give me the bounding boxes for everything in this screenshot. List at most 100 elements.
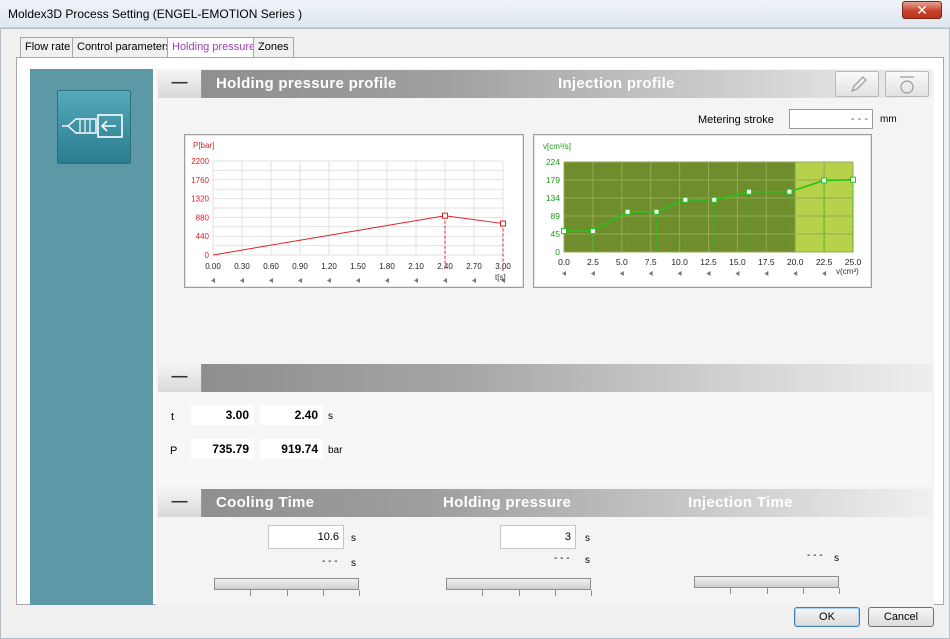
ip-x-tick-arrow-icon[interactable] xyxy=(735,271,740,276)
hp-x-tick: 1.50 xyxy=(350,262,366,271)
ip-x-tick: 0.0 xyxy=(558,257,570,267)
ip-data-point[interactable] xyxy=(653,208,660,215)
hp-x-tick-arrow-icon[interactable] xyxy=(240,278,244,283)
hp-data-point[interactable] xyxy=(500,220,506,227)
slider-tick xyxy=(802,588,804,594)
hp-y-axis-label: P[bar] xyxy=(193,141,214,150)
hp-x-tick: 1.20 xyxy=(321,262,337,271)
ip-x-tick: 22.5 xyxy=(816,257,833,267)
edit-button[interactable] xyxy=(835,71,879,97)
ip-x-tick-arrow-icon[interactable] xyxy=(648,271,653,276)
close-button[interactable]: ✕ xyxy=(902,1,942,19)
slider-tick xyxy=(591,590,592,596)
ip-x-tick-arrow-icon[interactable] xyxy=(706,271,711,276)
ip-data-point[interactable] xyxy=(786,188,793,195)
p-value-2[interactable]: 919.74 xyxy=(260,439,323,459)
ip-y-tick: 224 xyxy=(546,157,560,167)
slider-tick xyxy=(286,590,288,596)
ip-data-point[interactable] xyxy=(745,188,752,195)
metering-stroke-label: Metering stroke xyxy=(698,114,774,126)
ip-y-tick: 89 xyxy=(551,211,561,221)
injection-profile-title: Injection profile xyxy=(558,75,675,92)
slider-tick xyxy=(322,590,324,596)
hp-x-tick-arrow-icon[interactable] xyxy=(327,278,331,283)
tab-zones[interactable]: Zones xyxy=(253,37,294,57)
t-row-label: t xyxy=(171,411,175,423)
slider-tick xyxy=(250,590,252,596)
slider-tick xyxy=(730,588,732,594)
tab-flow-rate[interactable]: Flow rate xyxy=(20,37,76,57)
hp-x-tick: 1.80 xyxy=(379,262,395,271)
holding-pressure-chart: P[bar] t[s] 2200 1760 1320 880 440 0 0.00 0.30… xyxy=(184,134,524,288)
slider-tick xyxy=(839,588,840,594)
cooling-time-slider[interactable] xyxy=(214,578,359,590)
ip-data-point[interactable] xyxy=(821,177,828,184)
holding-time-readout: - - - xyxy=(554,553,570,564)
ip-x-tick: 7.5 xyxy=(645,257,657,267)
holding-pressure-time-title: Holding pressure xyxy=(443,494,572,511)
hp-x-tick-arrow-icon[interactable] xyxy=(472,278,476,283)
holding-time-input[interactable]: 3 xyxy=(500,525,576,549)
ip-data-point[interactable] xyxy=(682,196,689,203)
hp-x-tick-arrow-icon[interactable] xyxy=(269,278,273,283)
hp-x-tick-arrow-icon[interactable] xyxy=(356,278,360,283)
ip-data-point[interactable] xyxy=(589,228,596,235)
hp-x-tick: 0.90 xyxy=(292,262,308,271)
time-collapse-button[interactable]: — xyxy=(158,489,202,517)
ip-y-tick: 134 xyxy=(546,193,560,203)
ip-data-point[interactable] xyxy=(711,196,718,203)
hp-x-tick-arrow-icon[interactable] xyxy=(414,278,418,283)
injection-unit-icon xyxy=(57,90,131,164)
p-value-1[interactable]: 735.79 xyxy=(191,439,254,459)
holding-time-slider[interactable] xyxy=(446,578,591,590)
hp-x-tick: 0.30 xyxy=(234,262,250,271)
hp-y-tick: 440 xyxy=(196,232,210,241)
ip-x-tick-arrow-icon[interactable] xyxy=(590,271,595,276)
slider-tick xyxy=(359,590,360,596)
injection-time-slider[interactable] xyxy=(694,576,839,588)
holding-time-readout-unit: s xyxy=(585,555,590,566)
t-value-2[interactable]: 2.40 xyxy=(260,405,323,425)
ip-y-tick: 45 xyxy=(551,229,561,239)
ip-x-tick-arrow-icon[interactable] xyxy=(619,271,624,276)
cancel-button[interactable]: Cancel xyxy=(868,607,934,627)
tab-holding-pressure[interactable]: Holding pressure xyxy=(167,37,261,58)
injection-profile-chart: v[cm³/s] v(cm³) 224 179 134 89 45 0 0.0 2.5 5.0… xyxy=(533,134,872,288)
ip-y-tick: 179 xyxy=(546,175,560,185)
injection-time-readout-unit: s xyxy=(834,553,839,564)
metering-stroke-input[interactable]: - - - xyxy=(789,109,873,129)
profile-collapse-button[interactable]: — xyxy=(158,70,202,98)
ip-x-tick-arrow-icon[interactable] xyxy=(793,271,798,276)
ip-x-tick-arrow-icon[interactable] xyxy=(562,271,566,276)
slider-tick xyxy=(518,590,520,596)
ip-data-point[interactable] xyxy=(850,176,856,183)
holding-profile-title: Holding pressure profile xyxy=(216,75,397,92)
ip-x-tick: 2.5 xyxy=(587,257,599,267)
hp-x-tick-arrow-icon[interactable] xyxy=(385,278,389,283)
ip-x-tick-arrow-icon[interactable] xyxy=(677,271,682,276)
hp-x-tick-arrow-icon[interactable] xyxy=(298,278,302,283)
ok-button[interactable]: OK xyxy=(794,607,860,627)
hp-x-tick-arrow-icon[interactable] xyxy=(211,278,215,283)
holding-time-unit: s xyxy=(585,533,590,544)
hp-x-tick: 2.10 xyxy=(408,262,424,271)
hp-data-point[interactable] xyxy=(442,212,448,219)
ip-x-tick-arrow-icon[interactable] xyxy=(822,271,827,276)
reset-icon xyxy=(900,76,914,94)
injection-time-readout: - - - xyxy=(807,550,823,561)
cooling-time-readout-unit: s xyxy=(351,558,356,569)
ip-x-tick-arrow-icon[interactable] xyxy=(764,271,769,276)
tab-control-parameters[interactable]: Control parameters xyxy=(72,37,177,57)
t-value-1[interactable]: 3.00 xyxy=(191,405,254,425)
cooling-time-title: Cooling Time xyxy=(216,494,315,511)
ip-data-point[interactable] xyxy=(624,208,631,215)
window-title: Moldex3D Process Setting (ENGEL-EMOTION … xyxy=(8,7,303,21)
ip-data-point[interactable] xyxy=(561,228,567,235)
hp-y-tick: 880 xyxy=(196,213,210,222)
cooling-time-input[interactable]: 10.6 xyxy=(268,525,344,549)
t-unit: s xyxy=(328,411,333,422)
cooling-time-readout: - - - xyxy=(322,556,338,567)
hp-x-tick-arrow-icon[interactable] xyxy=(443,278,447,283)
reset-button[interactable] xyxy=(885,71,929,97)
points-collapse-button[interactable]: — xyxy=(158,364,202,392)
